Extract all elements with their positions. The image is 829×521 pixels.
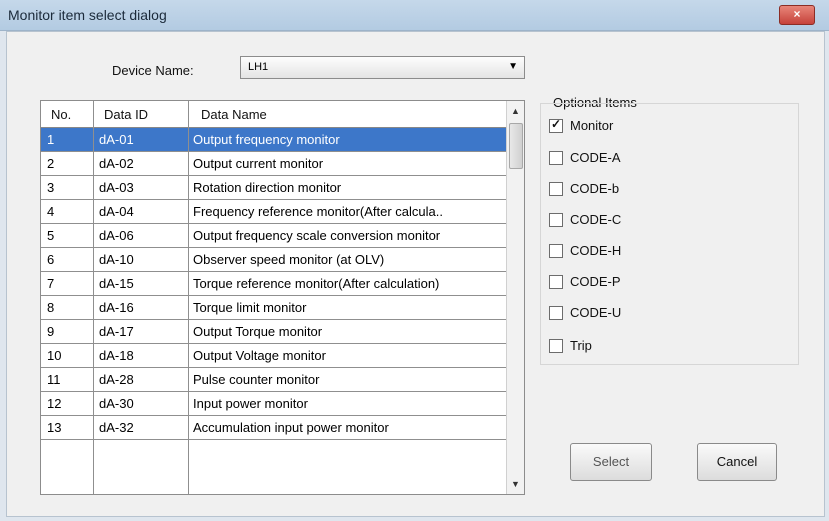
table-rows: 1 dA-01 Output frequency monitor 2 dA-02 Outp…	[41, 128, 506, 440]
row-data-name: Input power monitor	[193, 396, 308, 411]
checkbox-label: CODE-U	[570, 305, 622, 320]
table-row[interactable]: 12 dA-30 Input power monitor	[41, 392, 506, 416]
table-row[interactable]: 3 dA-03 Rotation direction monitor	[41, 176, 506, 200]
dropdown-arrow-icon[interactable]: ▼	[508, 61, 518, 72]
checkbox-box[interactable]	[549, 274, 563, 289]
header-data-id[interactable]: Data ID	[104, 107, 148, 122]
row-no: 11	[47, 372, 61, 387]
checkbox-box[interactable]	[549, 212, 563, 227]
column-divider	[188, 101, 189, 494]
table-row[interactable]: 6 dA-10 Observer speed monitor (at OLV)	[41, 248, 506, 272]
row-data-id: dA-02	[99, 156, 134, 171]
row-data-id: dA-28	[99, 372, 134, 387]
table-row[interactable]: 7 dA-15 Torque reference monitor(After cal…	[41, 272, 506, 296]
row-no: 9	[47, 324, 55, 339]
checkbox-box[interactable]	[549, 181, 563, 196]
checkbox-label: Monitor	[570, 118, 614, 133]
table-row[interactable]: 10 dA-18 Output Voltage monitor	[41, 344, 506, 368]
checkbox-label: CODE-A	[570, 150, 621, 165]
table-row[interactable]: 11 dA-28 Pulse counter monitor	[41, 368, 506, 392]
row-data-name: Output frequency monitor	[193, 132, 340, 147]
table-row[interactable]: 1 dA-01 Output frequency monitor	[41, 128, 506, 152]
table-row[interactable]: 5 dA-06 Output frequency scale conversion …	[41, 224, 506, 248]
row-data-name: Rotation direction monitor	[193, 180, 342, 195]
header-no[interactable]: No.	[51, 107, 71, 122]
row-data-name: Output Voltage monitor	[193, 348, 326, 363]
row-no: 12	[47, 396, 62, 411]
table-row[interactable]: 8 dA-16 Torque limit monitor	[41, 296, 506, 320]
window-title: Monitor item select dialog	[8, 7, 167, 23]
row-no: 13	[47, 420, 62, 435]
checkbox-label: CODE-P	[570, 274, 621, 289]
checkbox-trip[interactable]: Trip	[549, 338, 592, 354]
row-no: 6	[47, 252, 55, 267]
checkbox-label: CODE-C	[570, 212, 622, 227]
row-data-name: Torque limit monitor	[193, 300, 307, 315]
table-scrollbar[interactable]: ▲ ▼	[506, 101, 524, 494]
close-button[interactable]: ×	[779, 5, 815, 25]
row-no: 1	[47, 132, 55, 147]
row-data-id: dA-30	[99, 396, 134, 411]
row-no: 3	[47, 180, 55, 195]
checkbox-code-b[interactable]: CODE-b	[549, 181, 619, 197]
row-no: 5	[47, 228, 55, 243]
device-name-value: LH1	[248, 61, 269, 73]
checkbox-code-p[interactable]: CODE-P	[549, 274, 621, 290]
row-data-id: dA-15	[99, 276, 134, 291]
checkbox-code-h[interactable]: CODE-H	[549, 243, 621, 259]
row-data-id: dA-32	[99, 420, 134, 435]
row-data-name: Output current monitor	[193, 156, 324, 171]
checkbox-box[interactable]	[549, 150, 563, 165]
title-bar[interactable]: Monitor item select dialog ×	[0, 0, 829, 31]
row-data-id: dA-18	[99, 348, 134, 363]
row-no: 8	[47, 300, 55, 315]
row-data-name: Output Torque monitor	[193, 324, 323, 339]
device-name-select[interactable]: LH1 ▼	[240, 56, 525, 79]
scroll-thumb[interactable]	[509, 123, 523, 169]
select-button[interactable]: Select	[570, 443, 652, 481]
row-data-id: dA-01	[99, 132, 134, 147]
row-data-id: dA-17	[99, 324, 134, 339]
row-data-name: Torque reference monitor(After calculati…	[193, 276, 440, 291]
device-name-label: Device Name:	[112, 63, 194, 78]
row-data-id: dA-06	[99, 228, 134, 243]
checkbox-box[interactable]	[549, 305, 563, 320]
checkbox-monitor[interactable]: Monitor	[549, 117, 614, 134]
scroll-down-icon[interactable]: ▼	[511, 479, 520, 489]
checkbox-box[interactable]	[549, 117, 563, 133]
checkbox-code-a[interactable]: CODE-A	[549, 150, 621, 166]
row-data-name: Accumulation input power monitor	[193, 420, 389, 435]
checkbox-label: CODE-b	[570, 181, 620, 196]
checkbox-code-u[interactable]: CODE-U	[549, 305, 621, 321]
row-no: 10	[47, 348, 62, 363]
row-data-name: Frequency reference monitor(After calcul…	[193, 204, 443, 219]
row-data-id: dA-10	[99, 252, 134, 267]
scroll-up-icon[interactable]: ▲	[511, 106, 520, 116]
row-data-name: Pulse counter monitor	[193, 372, 320, 387]
table-row[interactable]: 2 dA-02 Output current monitor	[41, 152, 506, 176]
table-row[interactable]: 9 dA-17 Output Torque monitor	[41, 320, 506, 344]
row-data-id: dA-03	[99, 180, 134, 195]
table-header: No. Data ID Data Name	[41, 101, 506, 128]
row-no: 4	[47, 204, 55, 219]
cancel-button[interactable]: Cancel	[697, 443, 777, 481]
checkbox-label: CODE-H	[570, 243, 622, 258]
row-data-id: dA-16	[99, 300, 134, 315]
monitor-item-table[interactable]: No. Data ID Data Name 1 dA-01 Output frequ…	[40, 100, 525, 495]
table-row[interactable]: 13 dA-32 Accumulation input power monitor	[41, 416, 506, 440]
row-no: 2	[47, 156, 55, 171]
optional-items-group	[540, 103, 799, 365]
checkbox-box[interactable]	[549, 243, 563, 258]
header-data-name[interactable]: Data Name	[201, 107, 267, 122]
row-data-name: Observer speed monitor (at OLV)	[193, 252, 385, 267]
row-no: 7	[47, 276, 55, 291]
column-divider	[93, 101, 94, 494]
checkbox-box[interactable]	[549, 338, 563, 353]
row-data-name: Output frequency scale conversion monito…	[193, 228, 441, 243]
checkbox-code-c[interactable]: CODE-C	[549, 212, 621, 228]
table-row[interactable]: 4 dA-04 Frequency reference monitor(After …	[41, 200, 506, 224]
row-data-id: dA-04	[99, 204, 134, 219]
checkbox-label: Trip	[570, 338, 592, 353]
